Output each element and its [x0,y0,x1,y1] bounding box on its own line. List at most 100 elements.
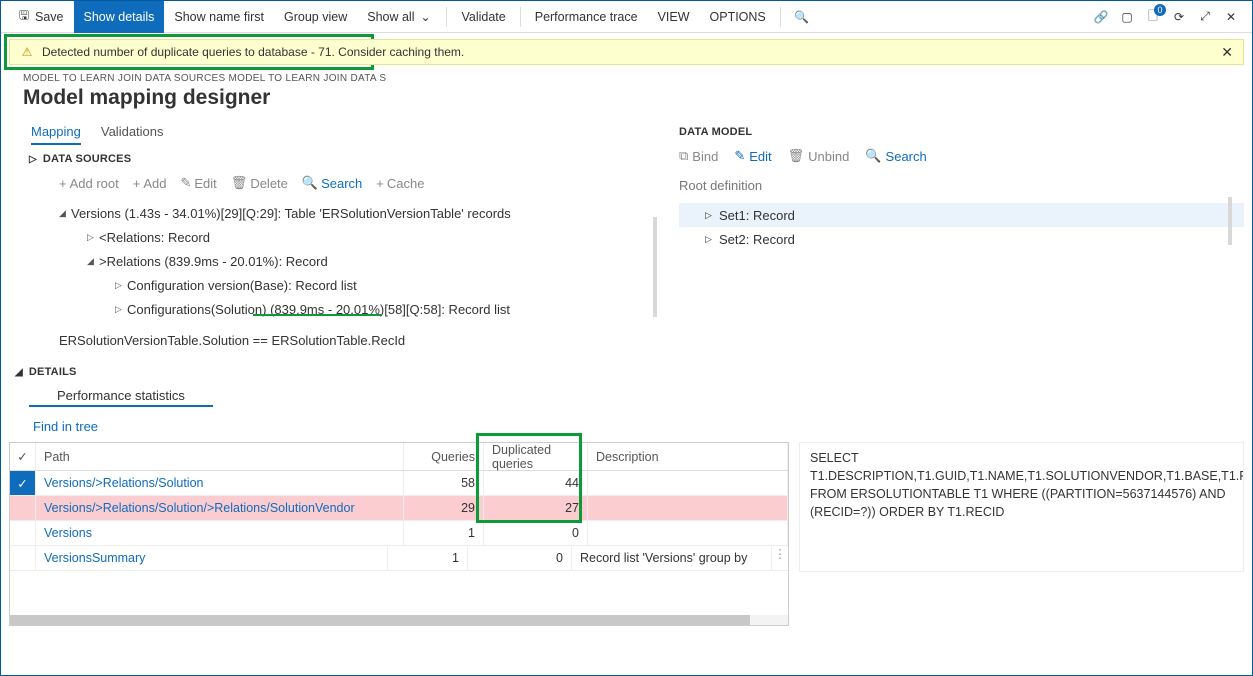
save-label: Save [35,10,64,24]
dm-toolbar: ⧉Bind ✎Edit 🗑Unbind 🔍 Search [669,144,1244,168]
bind-button[interactable]: ⧉Bind [679,148,718,164]
office-icon[interactable]: ▢ [1120,10,1134,24]
cache-button[interactable]: +Cache [376,175,424,191]
tabs: Mapping Validations [15,118,659,145]
plus-icon: + [59,176,67,191]
caret-right-icon: ▷ [115,304,127,315]
performance-statistics-tab[interactable]: Performance statistics [29,382,213,407]
options-button[interactable]: OPTIONS [700,1,776,33]
add-button[interactable]: +Add [133,175,167,191]
lbl: DETAILS [29,366,77,378]
col-queries[interactable]: Queries [404,443,484,470]
row-checkbox[interactable]: ✓ [10,471,36,495]
lbl: Configuration version(Base): Record list [127,278,357,293]
cell-desc: Record list 'Versions' group by [572,546,772,570]
show-all-label: Show all [367,10,414,24]
notification-button[interactable]: 🗋0 [1146,8,1160,25]
col-description[interactable]: Description [588,443,788,470]
caret-icon: ▷ [29,154,37,165]
lbl: Set2: Record [719,232,795,247]
group-view-button[interactable]: Group view [274,1,357,33]
cell-path: Versions/>Relations/Solution [36,471,404,495]
lbl: Add [143,176,166,191]
data-sources-header[interactable]: ▷ DATA SOURCES [15,145,659,169]
select-all-checkbox[interactable]: ✓ [10,443,36,470]
show-all-button[interactable]: Show all ⌄ [357,1,442,33]
details-header[interactable]: ◢ DETAILS [1,358,1252,382]
show-name-first-button[interactable]: Show name first [164,1,274,33]
show-details-label: Show details [84,10,155,24]
lbl: >Relations (839.9ms - 20.01%): Record [99,254,328,269]
alert-close-button[interactable]: ✕ [1221,44,1233,61]
cell-dup: 27 [484,496,588,520]
separator [446,7,447,27]
caret-down-icon: ◢ [15,367,23,378]
cell-path: VersionsSummary [36,546,388,570]
separator [520,7,521,27]
tree-node-relations-record[interactable]: ▷<Relations: Record [45,225,659,249]
cell-dup: 44 [484,471,588,495]
lbl: Unbind [808,149,849,164]
table-row[interactable]: Versions/>Relations/Solution/>Relations/… [10,496,788,521]
row-checkbox[interactable] [10,496,36,520]
tab-validations[interactable]: Validations [101,120,164,145]
table-row[interactable]: ✓ Versions/>Relations/Solution 58 44 [10,471,788,496]
link-icon[interactable]: 🔗 [1094,10,1108,24]
caret-right-icon: ▷ [705,234,719,245]
lbl: Versions (1.43s - 34.01%)[29][Q:29]: Tab… [71,206,511,221]
refresh-icon[interactable]: ⟳ [1172,10,1186,24]
dm-search-button[interactable]: 🔍 Search [865,148,926,164]
close-icon[interactable]: ✕ [1224,10,1238,24]
dm-set1[interactable]: ▷Set1: Record [679,203,1244,227]
highlight-underline [253,314,381,316]
toolbar-right: 🔗 ▢ 🗋0 ⟳ ⤢ ✕ [1094,8,1246,25]
table-row[interactable]: Versions 1 0 [10,521,788,546]
dm-edit-button[interactable]: ✎Edit [734,148,771,164]
view-button[interactable]: VIEW [648,1,700,33]
tree-node-config-version[interactable]: ▷Configuration version(Base): Record lis… [45,273,659,297]
dm-set2[interactable]: ▷Set2: Record [679,227,1244,251]
link-icon: ⧉ [679,148,688,164]
show-details-button[interactable]: Show details [74,1,165,33]
chevron-down-icon: ⌄ [418,10,432,24]
performance-trace-button[interactable]: Performance trace [525,1,648,33]
unbind-button[interactable]: 🗑Unbind [788,148,850,164]
alert-text: Detected number of duplicate queries to … [42,45,464,59]
horizontal-scrollbar[interactable] [10,615,788,625]
caret-right-icon: ▷ [115,280,127,291]
cell-desc [588,496,788,520]
delete-button[interactable]: 🗑Delete [231,175,288,191]
lbl: Search [886,149,927,164]
edit-button[interactable]: ✎Edit [180,175,216,191]
expand-icon[interactable]: ⤢ [1198,10,1212,24]
search-icon: 🔍 [865,148,881,164]
badge: 0 [1154,4,1166,16]
cell-queries: 29 [404,496,484,520]
add-root-button[interactable]: +Add root [59,175,119,191]
grid-header: ✓ Path Queries Duplicated queries Descri… [10,443,788,471]
find-in-tree-link[interactable]: Find in tree [33,419,98,434]
ds-search-button[interactable]: 🔍Search [302,175,362,191]
tab-mapping[interactable]: Mapping [31,120,81,145]
row-checkbox[interactable] [10,546,36,570]
find-in-tree[interactable]: Find in tree [1,407,1252,442]
tree-node-versions[interactable]: ◢Versions (1.43s - 34.01%)[29][Q:29]: Ta… [45,201,659,225]
search-icon: 🔍 [795,10,809,24]
scroll-thumb[interactable] [10,615,750,625]
scrollbar[interactable] [1228,197,1232,245]
scrollbar[interactable] [653,217,657,317]
save-button[interactable]: 🖫Save [7,1,74,33]
more-icon[interactable]: ⋮ [772,546,788,570]
tree-node-config-solution[interactable]: ▷Configurations(Solution) (839.9ms - 20.… [45,297,659,321]
table-row[interactable]: VersionsSummary 1 0 Record list 'Version… [10,546,788,571]
col-path[interactable]: Path [36,443,404,470]
search-button[interactable]: 🔍 [785,1,819,33]
separator [780,7,781,27]
lbl: <Relations: Record [99,230,210,245]
col-dup-queries[interactable]: Duplicated queries [484,443,588,470]
tree-node-relations-open[interactable]: ◢>Relations (839.9ms - 20.01%): Record [45,249,659,273]
ds-header-label: DATA SOURCES [43,153,131,165]
lbl: Edit [749,149,771,164]
validate-button[interactable]: Validate [451,1,515,33]
row-checkbox[interactable] [10,521,36,545]
